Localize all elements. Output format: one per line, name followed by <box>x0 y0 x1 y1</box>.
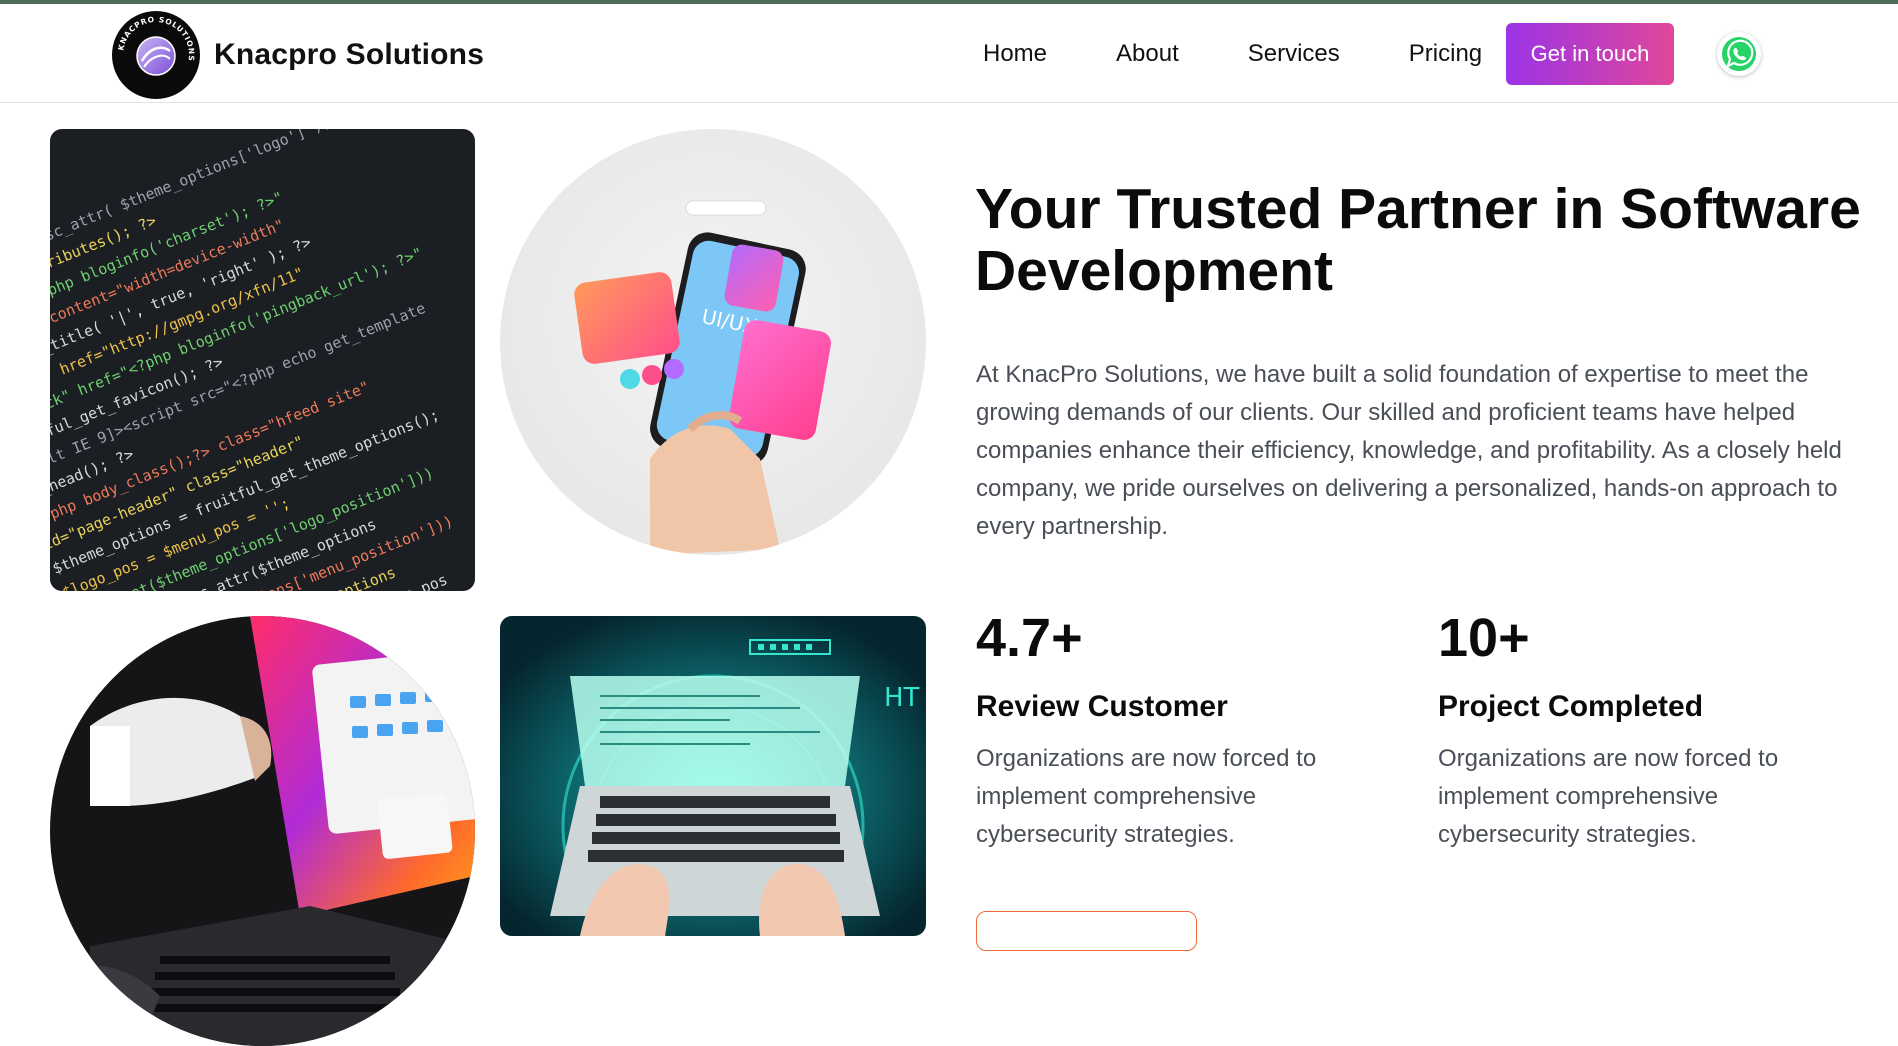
stat-number: 4.7+ <box>976 608 1083 668</box>
nav-about[interactable]: About <box>1116 40 1179 68</box>
stat-title: Review Customer <box>976 690 1228 723</box>
stat-title: Project Completed <box>1438 690 1704 723</box>
stat-review-customer: 4.7+ Review Customer Organizations are n… <box>976 608 1396 854</box>
stat-description: Organizations are now forced to implemen… <box>1438 745 1779 848</box>
logo-link[interactable]: KNACPRO SOLUTIONS Knacpro Solutions <box>112 11 484 99</box>
get-in-touch-button[interactable]: Get in touch <box>1506 23 1674 85</box>
uiux-phone-photo: UI/UX <box>500 129 926 555</box>
logo-icon: KNACPRO SOLUTIONS <box>112 11 200 99</box>
code-screen-photo: $logo_pos = esc_attr( $theme_options['lo… <box>50 129 475 591</box>
cyber-typing-photo: HT <box>500 616 926 936</box>
hero-intro: At KnacPro Solutions, we have built a so… <box>976 361 1842 540</box>
outline-button[interactable] <box>976 911 1197 951</box>
stat-project-completed: 10+ Project Completed Organizations are … <box>1438 608 1858 854</box>
laptop-photo <box>50 616 475 1046</box>
stat-number: 10+ <box>1438 608 1530 668</box>
main-nav: Home About Services Pricing <box>983 4 1482 103</box>
nav-services[interactable]: Services <box>1248 40 1340 68</box>
brand-name: Knacpro Solutions <box>214 38 485 71</box>
nav-home[interactable]: Home <box>983 40 1047 68</box>
site-header: KNACPRO SOLUTIONS Knacpro Solutions Home… <box>0 4 1898 103</box>
nav-pricing[interactable]: Pricing <box>1409 40 1482 68</box>
hero-title: Your Trusted Partner in Software Develop… <box>975 177 1861 303</box>
stat-description: Organizations are now forced to implemen… <box>976 745 1317 848</box>
whatsapp-icon[interactable] <box>1717 32 1761 76</box>
cyber-ht-label: HT <box>884 683 920 713</box>
